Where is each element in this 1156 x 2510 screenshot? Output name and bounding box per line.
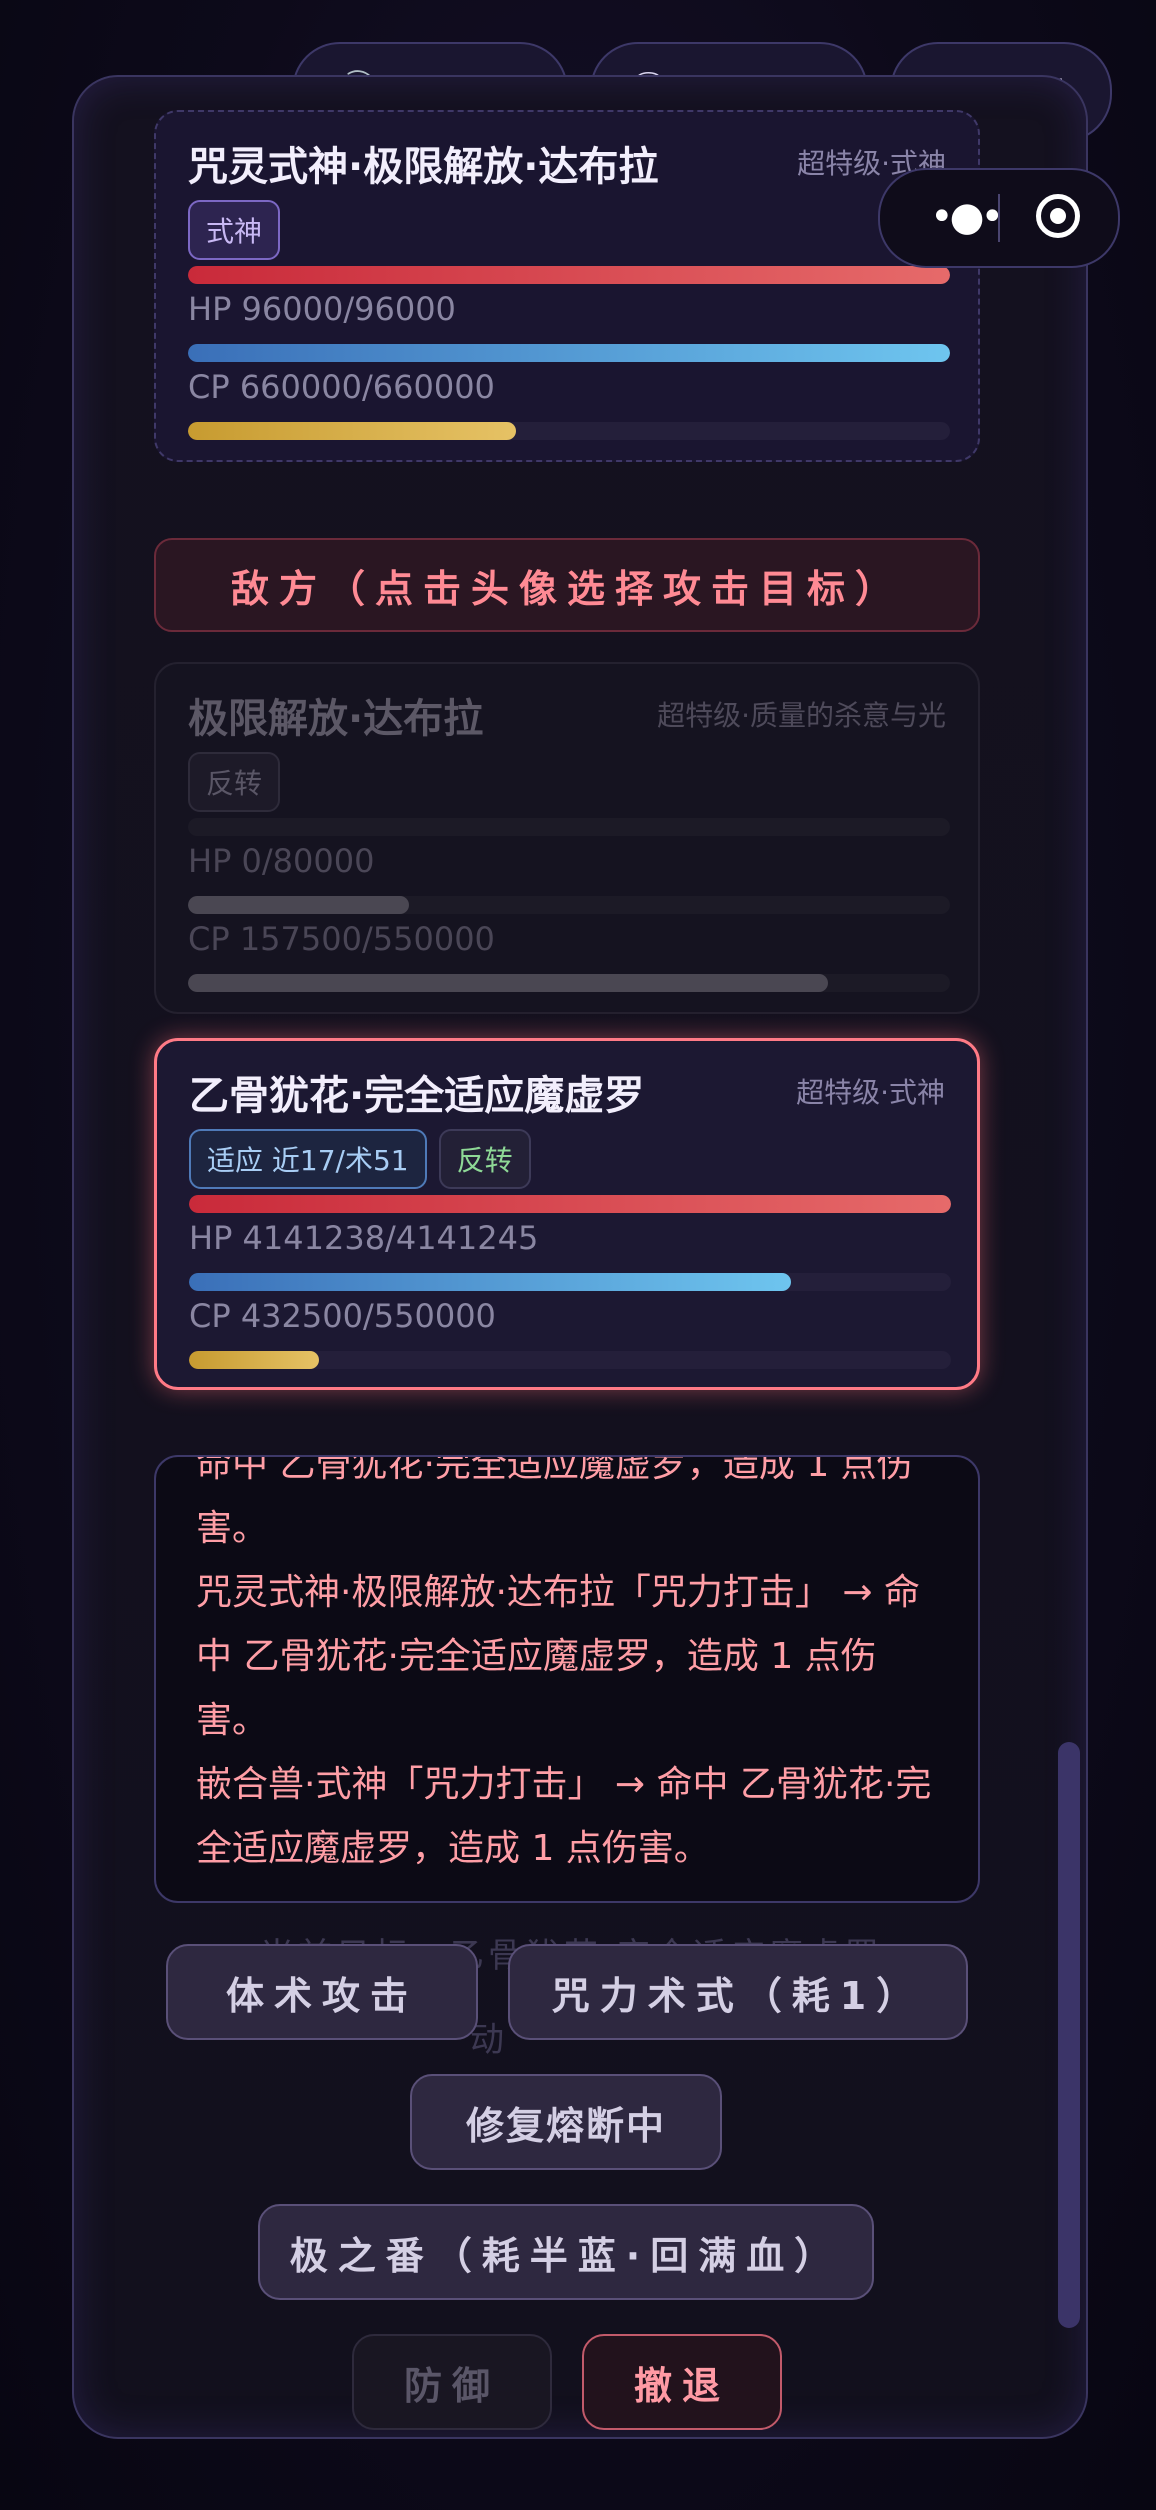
enemy-2-hp-fill bbox=[189, 1195, 951, 1213]
enemy-section-banner: 敌方（点击头像选择攻击目标） bbox=[154, 538, 980, 632]
enemy-1-cp-text: CP 157500/550000 bbox=[188, 920, 495, 958]
enemy-2-tags: 适应 近17/术51 反转 bbox=[189, 1129, 531, 1189]
enemy-2-hp-text: HP 4141238/4141245 bbox=[189, 1219, 539, 1257]
ally-hp-fill bbox=[188, 266, 950, 284]
ally-tag: 式神 bbox=[188, 200, 281, 260]
log-entry: 咒灵式神·极限解放·达布拉「咒力打击」 → 命中 乙骨犹花·完全适应魔虚罗，造成… bbox=[196, 1572, 920, 1741]
log-entry: 命中 乙骨犹花·完全适应魔虚罗，造成 1 点伤害。 bbox=[196, 1455, 913, 1549]
battle-log-content: 命中 乙骨犹花·完全适应魔虚罗，造成 1 点伤害。 咒灵式神·极限解放·达布拉「… bbox=[196, 1455, 936, 1881]
ally-cp-text: CP 660000/660000 bbox=[188, 368, 495, 406]
ally-tags: 式神 bbox=[188, 200, 281, 260]
more-icon[interactable]: •●• bbox=[930, 194, 1004, 240]
ally-mp-fill bbox=[188, 344, 950, 362]
enemy-1-tag: 反转 bbox=[188, 752, 281, 812]
ultimate-button[interactable]: 极之番（耗半蓝·回满血） bbox=[258, 2204, 874, 2300]
panel-scrollbar[interactable] bbox=[1058, 1742, 1080, 2328]
enemy-1-hp-bar bbox=[188, 818, 950, 836]
enemy-1-hp-text: HP 0/80000 bbox=[188, 842, 375, 880]
enemy-card-1[interactable]: 极限解放·达布拉 超特级·质量的杀意与光 反转 HP 0/80000 CP 15… bbox=[154, 662, 980, 1014]
enemy-1-tags: 反转 bbox=[188, 752, 281, 812]
enemy-card-2[interactable]: 乙骨犹花·完全适应魔虚罗 超特级·式神 适应 近17/术51 反转 HP 414… bbox=[154, 1038, 980, 1390]
mini-program-capsule: •●• bbox=[878, 168, 1120, 268]
ally-name: 咒灵式神·极限解放·达布拉 bbox=[188, 144, 659, 190]
enemy-2-mp-bar bbox=[189, 1273, 951, 1291]
enemy-1-name: 极限解放·达布拉 bbox=[188, 696, 484, 742]
defend-button[interactable]: 防御 bbox=[352, 2334, 552, 2430]
enemy-2-tag-adapt: 适应 近17/术51 bbox=[189, 1129, 427, 1189]
enemy-2-grade: 超特级·式神 bbox=[796, 1076, 945, 1109]
enemy-2-name: 乙骨犹花·完全适应魔虚罗 bbox=[189, 1073, 645, 1119]
close-target-icon[interactable] bbox=[1036, 194, 1080, 238]
ally-card: 咒灵式神·极限解放·达布拉 超特级·式神 式神 HP 96000/96000 C… bbox=[154, 110, 980, 462]
enemy-2-cp-text: CP 432500/550000 bbox=[189, 1297, 496, 1335]
enemy-2-mp-fill bbox=[189, 1273, 791, 1291]
ally-hp-bar bbox=[188, 266, 950, 284]
ally-mp-bar bbox=[188, 344, 950, 362]
enemy-2-hp-bar bbox=[189, 1195, 951, 1213]
enemy-1-mp-fill bbox=[188, 896, 409, 914]
enemy-2-cp-bar bbox=[189, 1351, 951, 1369]
retreat-button[interactable]: 撤退 bbox=[582, 2334, 782, 2430]
cursed-technique-button[interactable]: 咒力术式（耗1） bbox=[508, 1944, 968, 2040]
battle-log[interactable]: 命中 乙骨犹花·完全适应魔虚罗，造成 1 点伤害。 咒灵式神·极限解放·达布拉「… bbox=[154, 1455, 980, 1903]
log-entry: 嵌合兽·式神「咒力打击」 → 命中 乙骨犹花·完全适应魔虚罗，造成 1 点伤害。 bbox=[196, 1764, 932, 1869]
enemy-1-cp-fill bbox=[188, 974, 829, 992]
ally-cp-bar bbox=[188, 422, 950, 440]
ally-cp-fill bbox=[188, 422, 516, 440]
enemy-2-cp-fill bbox=[189, 1351, 319, 1369]
capsule-divider bbox=[998, 194, 1000, 242]
enemy-1-cp-bar bbox=[188, 974, 950, 992]
enemy-2-tag-reverse: 反转 bbox=[438, 1129, 531, 1189]
ally-hp-text: HP 96000/96000 bbox=[188, 290, 456, 328]
enemy-1-mp-bar bbox=[188, 896, 950, 914]
physical-attack-button[interactable]: 体术攻击 bbox=[166, 1944, 478, 2040]
enemy-1-grade: 超特级·质量的杀意与光 bbox=[657, 699, 946, 732]
repair-button[interactable]: 修复熔断中 bbox=[410, 2074, 722, 2170]
